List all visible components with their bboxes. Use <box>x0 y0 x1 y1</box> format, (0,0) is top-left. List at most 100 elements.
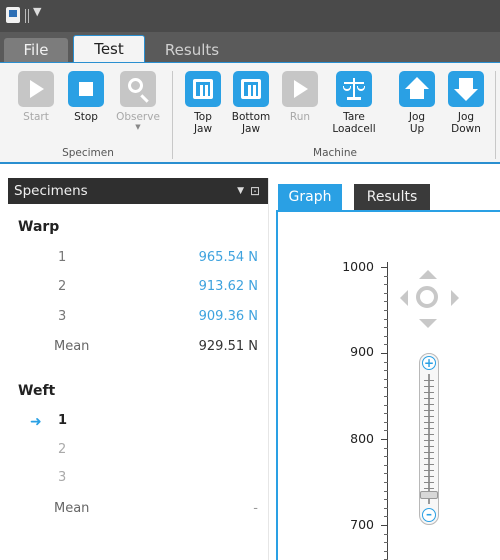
start-button[interactable]: Start <box>13 71 59 147</box>
tab-test[interactable]: Test <box>73 35 145 62</box>
zoom-tick <box>424 440 434 441</box>
y-minor-tick <box>384 542 388 543</box>
pan-up-icon[interactable] <box>419 270 437 279</box>
specimens-panel-title: Specimens <box>14 183 88 199</box>
top-jaw-button[interactable]: Top Jaw <box>180 71 226 147</box>
y-minor-tick <box>384 551 388 552</box>
y-minor-tick <box>384 276 388 277</box>
y-minor-tick <box>384 387 388 388</box>
observe-dropdown-icon[interactable]: ▼ <box>115 123 161 131</box>
stop-button[interactable]: Stop <box>63 71 109 147</box>
y-minor-tick <box>384 293 388 294</box>
specimen-number: 1 <box>58 250 67 265</box>
zoom-out-icon[interactable]: – <box>422 508 436 522</box>
zoom-tick <box>424 404 434 405</box>
quick-access-dropdown-icon[interactable]: ▼ <box>33 5 41 18</box>
y-minor-tick <box>384 405 388 406</box>
tab-results-view[interactable]: Results <box>354 184 430 210</box>
graph-area[interactable] <box>276 210 500 560</box>
machine-group-label: Machine <box>313 147 357 159</box>
list-item[interactable]: 3 <box>0 470 268 490</box>
start-button-label: Start <box>23 111 49 123</box>
run-button-label: Run <box>289 111 311 123</box>
y-major-tick <box>381 525 388 526</box>
observe-button-label: Observe <box>116 111 160 123</box>
mean-value: 929.51 N <box>198 339 258 354</box>
pan-reset-icon[interactable] <box>416 286 438 308</box>
y-minor-tick <box>384 534 388 535</box>
zoom-tick <box>424 386 434 387</box>
y-minor-tick <box>384 319 388 320</box>
list-item[interactable]: 3 909.36 N <box>0 309 268 329</box>
specimen-number: 3 <box>58 309 67 324</box>
zoom-tick <box>424 464 434 465</box>
list-item[interactable]: 2 913.62 N <box>0 279 268 299</box>
pin-icon[interactable]: ⊡ <box>250 178 260 204</box>
observe-button[interactable]: Observe ▼ <box>115 71 161 147</box>
zoom-track[interactable] <box>428 374 430 504</box>
tab-graph[interactable]: Graph <box>278 184 342 210</box>
zoom-tick <box>424 392 434 393</box>
play-icon <box>18 71 54 107</box>
specimen-group-warp: Warp <box>18 219 60 235</box>
specimen-number: 3 <box>58 470 67 485</box>
jog-down-label: Jog Down <box>451 111 481 135</box>
y-minor-tick <box>384 396 388 397</box>
mean-row: Mean - <box>0 501 268 521</box>
tare-loadcell-button[interactable]: Tare Loadcell <box>331 71 377 147</box>
play-icon <box>282 71 318 107</box>
jog-up-label: Jog Up <box>408 111 426 135</box>
y-minor-tick <box>384 327 388 328</box>
panel-splitter[interactable] <box>268 178 276 560</box>
zoom-tick <box>424 434 434 435</box>
bottom-jaw-icon <box>233 71 269 107</box>
y-minor-tick <box>384 482 388 483</box>
jog-down-button[interactable]: Jog Down <box>443 71 489 147</box>
y-minor-tick <box>384 362 388 363</box>
y-minor-tick <box>384 430 388 431</box>
zoom-tick <box>424 458 434 459</box>
app-icon[interactable] <box>6 7 20 23</box>
pan-right-icon[interactable] <box>451 290 459 306</box>
specimen-group-weft: Weft <box>18 383 56 399</box>
tab-results[interactable]: Results <box>152 38 232 62</box>
y-major-tick <box>381 267 388 268</box>
panel-menu-icon[interactable]: ▼ <box>237 178 244 204</box>
pan-control[interactable] <box>400 268 459 330</box>
zoom-tick <box>424 380 434 381</box>
y-minor-tick <box>384 379 388 380</box>
stop-icon <box>68 71 104 107</box>
zoom-slider[interactable]: + – <box>419 353 439 525</box>
y-minor-tick <box>384 448 388 449</box>
top-jaw-label: Top Jaw <box>193 111 213 135</box>
ribbon-group-separator <box>172 71 173 159</box>
y-minor-tick <box>384 465 388 466</box>
pan-left-icon[interactable] <box>400 290 408 306</box>
y-major-tick <box>381 353 388 354</box>
list-item-selected[interactable]: ➜ 1 <box>0 413 268 433</box>
magnifier-icon <box>120 71 156 107</box>
y-tick-label: 700 <box>350 517 374 532</box>
y-minor-tick <box>384 516 388 517</box>
pan-down-icon[interactable] <box>419 319 437 328</box>
bottom-jaw-button[interactable]: Bottom Jaw <box>228 71 274 147</box>
list-item[interactable]: 2 <box>0 442 268 462</box>
list-item[interactable]: 1 965.54 N <box>0 250 268 270</box>
current-specimen-arrow-icon: ➜ <box>30 414 42 430</box>
arrow-up-icon <box>399 71 435 107</box>
specimens-panel-header: Specimens ▼ ⊡ <box>8 178 268 204</box>
specimen-number: 1 <box>58 413 68 428</box>
y-minor-tick <box>384 473 388 474</box>
zoom-tick <box>424 398 434 399</box>
run-button[interactable]: Run <box>277 71 323 147</box>
y-minor-tick <box>384 413 388 414</box>
stop-button-label: Stop <box>74 111 98 123</box>
zoom-in-icon[interactable]: + <box>422 356 436 370</box>
zoom-tick <box>424 488 434 489</box>
tab-file[interactable]: File <box>4 38 68 62</box>
zoom-thumb[interactable] <box>420 491 438 499</box>
scale-icon <box>336 71 372 107</box>
top-jaw-icon <box>185 71 221 107</box>
y-minor-tick <box>384 422 388 423</box>
jog-up-button[interactable]: Jog Up <box>394 71 440 147</box>
